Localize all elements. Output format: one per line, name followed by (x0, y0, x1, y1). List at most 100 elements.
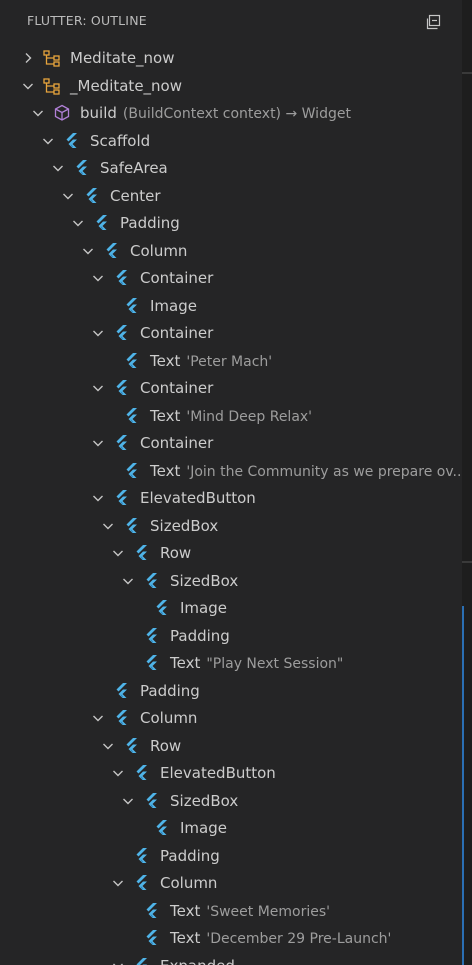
outline-item-label: Padding (140, 681, 200, 701)
outline-item[interactable]: Container (0, 374, 462, 402)
chevron-down-icon[interactable] (90, 435, 106, 451)
chevron-down-icon[interactable] (50, 160, 66, 176)
chevron-down-icon[interactable] (110, 875, 126, 891)
outline-item-name: Padding (120, 214, 180, 232)
outline-item-label: Expanded (160, 956, 235, 965)
chevron-right-icon[interactable] (20, 50, 36, 66)
outline-item[interactable]: SizedBox (0, 567, 462, 595)
chevron-down-icon[interactable] (110, 765, 126, 781)
flutter-widget-icon (62, 131, 82, 151)
outline-item-label: Image (180, 598, 227, 618)
outline-item[interactable]: Container (0, 319, 462, 347)
outline-item[interactable]: Text "Play Next Session" (0, 649, 462, 677)
outline-item[interactable]: Text 'Sweet Memories' (0, 897, 462, 925)
chevron-down-icon[interactable] (120, 793, 136, 809)
flutter-widget-icon (112, 488, 132, 508)
outline-item-name: Text (170, 654, 201, 672)
flutter-widget-icon (132, 763, 152, 783)
outline-item-label: Column (130, 241, 187, 261)
outline-item-name: _Meditate_now (70, 76, 182, 95)
chevron-down-icon[interactable] (80, 243, 96, 259)
outline-item-detail: 'Sweet Memories' (206, 903, 330, 920)
outline-item-name: SizedBox (170, 571, 239, 590)
outline-item-label: Column (160, 873, 217, 893)
chevron-down-icon[interactable] (90, 380, 106, 396)
chevron-down-icon[interactable] (110, 958, 126, 965)
outline-item-label: Text 'Peter Mach' (150, 351, 272, 372)
outline-item[interactable]: Center (0, 182, 462, 210)
chevron-down-icon[interactable] (40, 133, 56, 149)
outline-item[interactable]: Padding (0, 677, 462, 705)
outline-item-label: SizedBox (170, 571, 238, 591)
outline-item[interactable]: build (BuildContext context) → Widget (0, 99, 462, 127)
outline-item[interactable]: SafeArea (0, 154, 462, 182)
flutter-widget-icon (122, 351, 142, 371)
outline-item[interactable]: Image (0, 594, 462, 622)
outline-item[interactable]: Padding (0, 209, 462, 237)
outline-item-label: Container (140, 323, 213, 343)
chevron-down-icon[interactable] (30, 105, 46, 121)
outline-item-label: Meditate_now (70, 48, 175, 68)
outline-item[interactable]: SizedBox (0, 787, 462, 815)
chevron-down-icon[interactable] (100, 738, 116, 754)
flutter-widget-icon (142, 571, 162, 591)
flutter-widget-icon (122, 406, 142, 426)
outline-item-name: Container (140, 434, 214, 452)
chevron-down-icon[interactable] (120, 573, 136, 589)
outline-item[interactable]: Row (0, 732, 462, 760)
outline-item[interactable]: Text 'December 29 Pre-Launch' (0, 924, 462, 952)
outline-item[interactable]: Text 'Peter Mach' (0, 347, 462, 375)
chevron-down-icon[interactable] (110, 545, 126, 561)
outline-item[interactable]: Padding (0, 622, 462, 650)
outline-item-label: SizedBox (170, 791, 238, 811)
outline-item[interactable]: Image (0, 814, 462, 842)
flutter-widget-icon (142, 901, 162, 921)
outline-item[interactable]: Text 'Join the Community as we prepare ov… (0, 457, 462, 485)
outline-item[interactable]: Scaffold (0, 127, 462, 155)
method-icon (52, 103, 72, 123)
outline-item-name: ElevatedButton (160, 764, 276, 782)
chevron-down-icon[interactable] (70, 215, 86, 231)
outline-item[interactable]: _Meditate_now (0, 72, 462, 100)
collapse-all-icon[interactable] (423, 12, 443, 32)
chevron-down-icon[interactable] (60, 188, 76, 204)
chevron-down-icon[interactable] (90, 710, 106, 726)
chevron-down-icon[interactable] (90, 490, 106, 506)
outline-item-name: Text (170, 929, 201, 947)
outline-item-name: Text (170, 901, 201, 920)
outline-item[interactable]: Text 'Mind Deep Relax' (0, 402, 462, 430)
outline-item-name: Column (160, 874, 218, 892)
outline-item-detail: (BuildContext context) → Widget (122, 106, 351, 122)
outline-item[interactable]: Row (0, 539, 462, 567)
chevron-down-icon[interactable] (20, 78, 36, 94)
outline-item[interactable]: Column (0, 704, 462, 732)
outline-item[interactable]: Container (0, 264, 462, 292)
outline-item[interactable]: Column (0, 869, 462, 897)
outline-item-label: Padding (170, 626, 230, 646)
flutter-widget-icon (112, 433, 132, 453)
outline-item[interactable]: Column (0, 237, 462, 265)
outline-item-name: Padding (140, 681, 200, 700)
outline-item-label: ElevatedButton (160, 763, 276, 783)
outline-item[interactable]: Image (0, 292, 462, 320)
chevron-down-icon[interactable] (90, 270, 106, 286)
outline-item-label: Text 'December 29 Pre-Launch' (170, 928, 391, 949)
outline-item-label: Image (150, 296, 197, 316)
outline-item[interactable]: SizedBox (0, 512, 462, 540)
flutter-widget-icon (132, 956, 152, 965)
outline-item[interactable]: ElevatedButton (0, 484, 462, 512)
outline-item[interactable]: Container (0, 429, 462, 457)
outline-item[interactable]: ElevatedButton (0, 759, 462, 787)
outline-item[interactable]: Expanded (0, 952, 462, 965)
outline-item-label: Image (180, 818, 227, 838)
outline-item[interactable]: Padding (0, 842, 462, 870)
chevron-down-icon[interactable] (100, 518, 116, 534)
outline-item-label: ElevatedButton (140, 488, 256, 508)
outline-item-label: Container (140, 268, 213, 288)
outline-item-name: Column (140, 709, 198, 727)
outline-item[interactable]: Meditate_now (0, 44, 462, 72)
chevron-down-icon[interactable] (90, 325, 106, 341)
outline-item-label: Scaffold (90, 131, 150, 151)
flutter-widget-icon (112, 268, 132, 288)
flutter-widget-icon (142, 626, 162, 646)
